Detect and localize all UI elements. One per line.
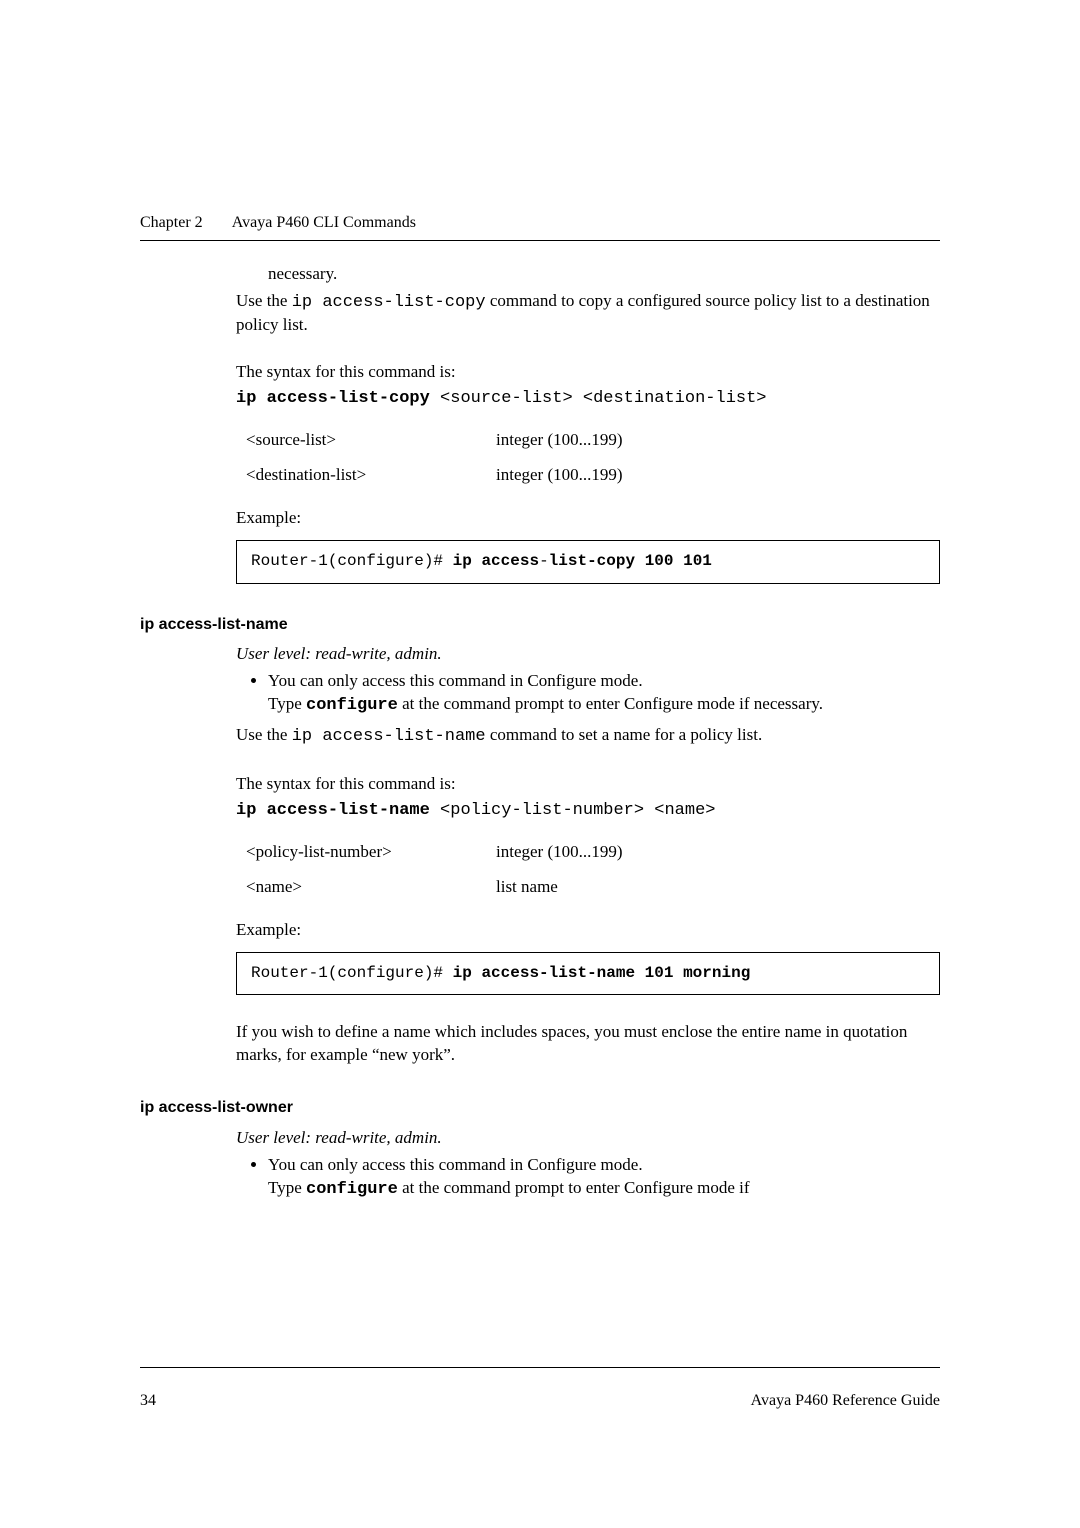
- param-name: <source-list>: [246, 429, 496, 452]
- example-box: Router-1(configure)# ip access-list-name…: [236, 952, 940, 996]
- doc-title: Avaya P460 Reference Guide: [751, 1390, 940, 1412]
- use-paragraph: Use the ip access-list-name command to s…: [236, 724, 940, 749]
- syntax-cmd: ip access-list-copy: [236, 389, 430, 408]
- user-level: User level: read-write, admin.: [236, 1127, 940, 1150]
- syntax-cmd: ip access-list-name: [236, 801, 430, 820]
- table-row: <source-list> integer (100...199): [246, 423, 940, 458]
- bullet-line1: You can only access this command in Conf…: [268, 1155, 643, 1174]
- param-desc: integer (100...199): [496, 841, 940, 864]
- example-label: Example:: [236, 919, 940, 942]
- table-row: <name> list name: [246, 870, 940, 905]
- param-table: <policy-list-number> integer (100...199)…: [246, 835, 940, 905]
- note-paragraph: If you wish to define a name which inclu…: [236, 1021, 940, 1067]
- running-header: Chapter 2 Avaya P460 CLI Commands: [140, 212, 940, 234]
- param-table: <source-list> integer (100...199) <desti…: [246, 423, 940, 493]
- footer-rule: [140, 1367, 940, 1368]
- section-copy-body: necessary. Use the ip access-list-copy c…: [236, 263, 940, 584]
- table-row: <destination-list> integer (100...199): [246, 458, 940, 493]
- syntax-line: ip access-list-name <policy-list-number>…: [236, 800, 940, 823]
- use-post: command to set a name for a policy list.: [486, 725, 763, 744]
- example-label: Example:: [236, 507, 940, 530]
- bullet-list: You can only access this command in Conf…: [236, 670, 940, 718]
- syntax-intro: The syntax for this command is:: [236, 361, 940, 384]
- bullet-line2: Type configure at the command prompt to …: [268, 693, 940, 718]
- bullet-line2-cmd: configure: [306, 696, 398, 715]
- syntax-args: <policy-list-number> <name>: [430, 801, 716, 820]
- example-prefix: Router-1(configure)#: [251, 552, 453, 570]
- syntax-args: <source-list> <destination-list>: [430, 389, 767, 408]
- page: Chapter 2 Avaya P460 CLI Commands necess…: [0, 0, 1080, 1528]
- example-bold: ip access-list-name 101 morning: [453, 964, 751, 982]
- bullet-line1: You can only access this command in Conf…: [268, 671, 643, 690]
- bullet-line2-pre: Type: [268, 1178, 306, 1197]
- heading-access-list-owner: ip access-list-owner: [140, 1097, 940, 1119]
- example-bold2: list-copy 100 101: [549, 552, 712, 570]
- example-dash: -: [539, 552, 549, 570]
- page-footer: 34 Avaya P460 Reference Guide: [140, 1367, 940, 1412]
- chapter-title: Avaya P460 CLI Commands: [232, 214, 416, 231]
- example-bold1: ip access: [453, 552, 539, 570]
- example-prefix: Router-1(configure)#: [251, 964, 453, 982]
- bullet-line2-cmd: configure: [306, 1180, 398, 1199]
- footer-line: 34 Avaya P460 Reference Guide: [140, 1390, 940, 1412]
- example-box: Router-1(configure)# ip access-list-copy…: [236, 540, 940, 584]
- section-owner-body: User level: read-write, admin. You can o…: [236, 1127, 940, 1202]
- syntax-line: ip access-list-copy <source-list> <desti…: [236, 388, 940, 411]
- page-number: 34: [140, 1390, 156, 1412]
- bullet-line2: Type configure at the command prompt to …: [268, 1177, 940, 1202]
- use-pre: Use the: [236, 725, 292, 744]
- param-name: <name>: [246, 876, 496, 899]
- syntax-intro: The syntax for this command is:: [236, 773, 940, 796]
- use-paragraph: Use the ip access-list-copy command to c…: [236, 290, 940, 338]
- param-name: <destination-list>: [246, 464, 496, 487]
- table-row: <policy-list-number> integer (100...199): [246, 835, 940, 870]
- chapter-label: Chapter 2: [140, 214, 203, 231]
- use-cmd: ip access-list-name: [292, 727, 486, 746]
- param-desc: integer (100...199): [496, 429, 940, 452]
- param-desc: list name: [496, 876, 940, 899]
- bullet-line2-pre: Type: [268, 694, 306, 713]
- use-pre: Use the: [236, 291, 292, 310]
- bullet-line2-post: at the command prompt to enter Configure…: [398, 694, 823, 713]
- bullet-line2-post: at the command prompt to enter Configure…: [398, 1178, 750, 1197]
- use-cmd: ip access-list-copy: [292, 293, 486, 312]
- user-level: User level: read-write, admin.: [236, 643, 940, 666]
- param-desc: integer (100...199): [496, 464, 940, 487]
- list-item: You can only access this command in Conf…: [268, 1154, 940, 1202]
- heading-access-list-name: ip access-list-name: [140, 614, 940, 636]
- param-name: <policy-list-number>: [246, 841, 496, 864]
- necessary-trailing: necessary.: [268, 263, 940, 286]
- list-item: You can only access this command in Conf…: [268, 670, 940, 718]
- header-rule: [140, 240, 940, 241]
- bullet-list: You can only access this command in Conf…: [236, 1154, 940, 1202]
- section-name-body: User level: read-write, admin. You can o…: [236, 643, 940, 1067]
